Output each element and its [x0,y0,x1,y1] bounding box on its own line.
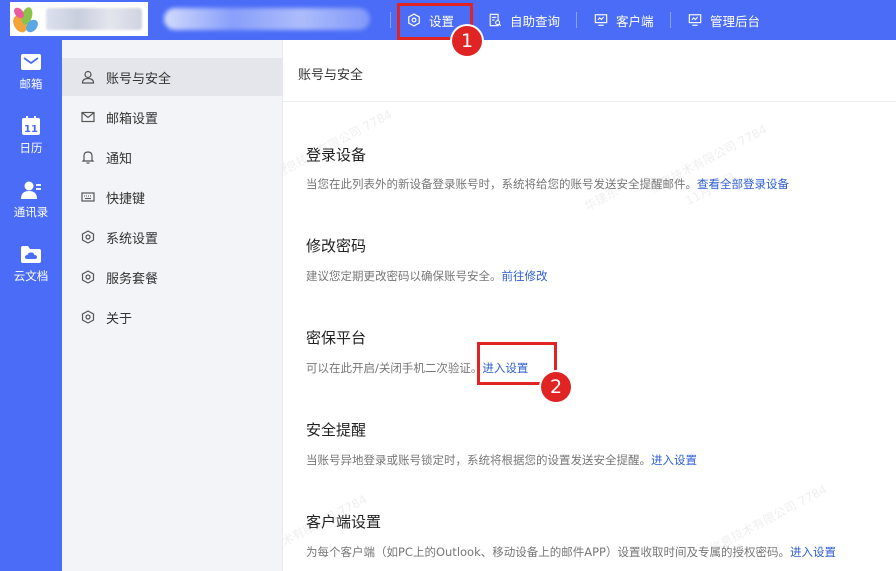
hexagon-gear-icon [81,230,95,244]
nav-calendar[interactable]: 11 日历 [0,116,62,172]
topbar-client[interactable]: 客户端 [594,0,654,40]
section-desc-change-password: 建议您定期更改密码以确保账号安全。前往修改 [306,268,548,284]
app-logo[interactable] [10,2,148,36]
security-alert-settings-link[interactable]: 进入设置 [651,453,697,467]
topbar-admin-label: 管理后台 [710,13,761,29]
nav-calendar-label: 日历 [19,141,43,155]
logo-text-blurred [46,8,142,30]
topbar-divider [576,12,577,28]
section-desc-login-devices: 当您在此列表外的新设备登录账号时，系统将给您的账号发送安全提醒邮件。查看全部登录… [306,176,789,192]
contacts-icon [21,181,41,199]
menu-item-about[interactable]: 关于 [62,298,282,336]
brand-name-blurred [164,8,370,30]
settings-menu: 账号与安全 邮箱设置 通知 快捷键 系统设置 服务套餐 关于 [62,40,283,571]
topbar-admin[interactable]: 管理后台 [688,0,760,40]
topbar-self-query[interactable]: 自助查询 [488,0,560,40]
section-title-security-platform: 密保平台 [306,329,367,347]
bell-icon [81,151,95,164]
menu-item-shortcuts[interactable]: 快捷键 [62,178,282,216]
content-header: 账号与安全 [283,40,896,102]
topbar-self-query-label: 自助查询 [510,13,561,29]
calendar-day: 11 [24,124,38,135]
menu-item-label: 通知 [106,151,133,167]
hexagon-gear-icon [81,310,95,324]
section-desc-security-alert: 当账号异地登录或账号锁定时，系统将根据您的设置发送安全提醒。进入设置 [306,452,697,468]
nav-cloud-docs-label: 云文档 [13,269,49,283]
section-title-login-devices: 登录设备 [306,146,367,164]
keyboard-icon [81,192,95,202]
menu-item-label: 邮箱设置 [106,111,159,127]
section-title-client-settings: 客户端设置 [306,513,382,531]
monitor-icon [594,14,608,26]
self-query-icon [489,13,502,27]
left-app-nav: 邮箱 11 日历 通讯录 云文档 [0,40,62,571]
menu-item-service-plan[interactable]: 服务套餐 [62,258,282,296]
view-all-login-devices-link[interactable]: 查看全部登录设备 [697,177,789,191]
menu-item-account-security[interactable]: 账号与安全 [62,58,282,96]
section-desc-text: 建议您定期更改密码以确保账号安全。 [306,269,502,283]
menu-item-label: 快捷键 [106,191,146,207]
user-icon [81,70,95,84]
section-desc-text: 当您在此列表外的新设备登录账号时，系统将给您的账号发送安全提醒邮件。 [306,177,697,191]
nav-mail-label: 邮箱 [19,77,43,91]
cloud-folder-icon [21,246,41,263]
envelope-icon [81,111,95,123]
logo-icon [13,7,38,33]
client-settings-link[interactable]: 进入设置 [790,545,836,559]
topbar-client-label: 客户端 [616,13,654,29]
menu-item-label: 关于 [106,311,133,327]
section-desc-client-settings: 为每个客户端（如PC上的Outlook、移动设备上的邮件APP）设置收取时间及专… [306,544,836,560]
menu-item-label: 系统设置 [106,231,159,247]
nav-contacts[interactable]: 通讯录 [0,180,62,236]
nav-mail[interactable]: 邮箱 [0,52,62,108]
section-desc-text: 为每个客户端（如PC上的Outlook、移动设备上的邮件APP）设置收取时间及专… [306,545,790,559]
section-desc-text: 当账号异地登录或账号锁定时，系统将根据您的设置发送安全提醒。 [306,453,651,467]
menu-item-label: 账号与安全 [106,71,172,87]
step-badge-1: 1 [452,26,482,56]
hexagon-gear-icon [81,270,95,284]
menu-item-system-settings[interactable]: 系统设置 [62,218,282,256]
page-title: 账号与安全 [298,68,364,83]
menu-item-label: 服务套餐 [106,271,159,287]
section-desc-text: 可以在此开启/关闭手机二次验证。 [306,361,483,375]
nav-contacts-label: 通讯录 [13,205,49,219]
mail-icon [21,54,41,70]
section-title-security-alert: 安全提醒 [306,421,367,439]
menu-item-notifications[interactable]: 通知 [62,138,282,176]
nav-cloud-docs[interactable]: 云文档 [0,244,62,300]
topbar-divider [390,12,391,28]
settings-content: 账号与安全 上海 信息技术有限公司 7784 11月11日 华建东 信息技术有限… [283,40,896,571]
admin-monitor-icon [688,14,702,26]
calendar-icon: 11 [22,116,40,135]
topbar-divider [670,12,671,28]
step-badge-2: 2 [541,372,571,402]
watermark: 上海 [283,157,290,181]
menu-item-mailbox-settings[interactable]: 邮箱设置 [62,98,282,136]
change-password-link[interactable]: 前往修改 [502,269,548,283]
section-title-change-password: 修改密码 [306,237,367,255]
